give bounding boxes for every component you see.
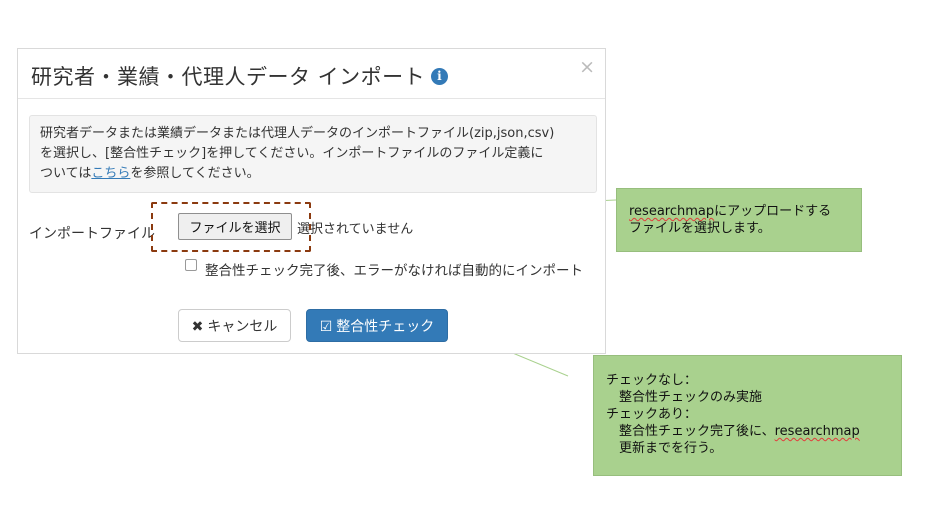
- check-callout-line-3: チェックあり：: [606, 407, 698, 422]
- file-callout-line-2: ファイルを選択します。: [629, 221, 771, 236]
- file-definition-link[interactable]: こちら: [91, 166, 130, 181]
- notice-line-3-after: を参照してください。: [130, 166, 260, 181]
- file-status-text: 選択されていません: [297, 222, 414, 237]
- check-callout-line-4-before: 整合性チェック完了後に、: [619, 424, 775, 439]
- check-callout-line-4: 整合性チェック完了後に、researchmap: [606, 423, 901, 440]
- info-icon[interactable]: i: [431, 67, 449, 85]
- modal-title-text: 研究者・業績・代理人データ インポート: [31, 65, 426, 89]
- notice-line-2: を選択し、[整合性チェック]を押してください。インポートファイルのファイル定義に: [40, 146, 544, 161]
- modal-title: 研究者・業績・代理人データ インポート i: [31, 61, 449, 91]
- file-callout-line-1-rest: にアップロードする: [714, 204, 832, 219]
- cancel-button[interactable]: ✖ キャンセル: [178, 309, 291, 342]
- check-callout-line-2: 整合性チェックのみ実施: [619, 390, 763, 405]
- check-callout-researchmap: researchmap: [774, 424, 860, 439]
- check-note-callout: チェックなし： 整合性チェックのみ実施 チェックあり： 整合性チェック完了後に、…: [593, 355, 902, 476]
- close-x-icon: ✖: [191, 318, 204, 335]
- file-callout-researchmap: researchmap: [629, 204, 715, 219]
- close-icon[interactable]: ×: [579, 58, 595, 77]
- check-callout-line-5: 更新までを行う。: [619, 441, 723, 456]
- notice-line-1: 研究者データまたは業績データまたは代理人データのインポートファイル(zip,js…: [40, 126, 555, 141]
- check-square-icon: ☑: [319, 318, 333, 335]
- consistency-check-button[interactable]: ☑ 整合性チェック: [306, 309, 448, 342]
- file-callout-line-1: researchmapにアップロードする: [629, 203, 861, 220]
- import-modal: 研究者・業績・代理人データ インポート i × 研究者データまたは業績データまたは…: [17, 48, 606, 354]
- auto-import-checkbox[interactable]: [185, 259, 197, 271]
- modal-header: 研究者・業績・代理人データ インポート i ×: [18, 49, 605, 99]
- cancel-button-label: キャンセル: [207, 318, 278, 335]
- check-callout-line-1: チェックなし：: [606, 373, 698, 388]
- choose-file-button[interactable]: ファイルを選択: [178, 213, 292, 240]
- auto-import-label[interactable]: 整合性チェック完了後、エラーがなければ自動的にインポート: [205, 259, 583, 279]
- import-file-label: インポートファイル: [29, 226, 155, 242]
- notice-line-3-before: ついては: [40, 166, 92, 181]
- notice-line-3: ついてはこちらを参照してください。: [40, 164, 586, 184]
- check-button-label: 整合性チェック: [336, 318, 435, 335]
- file-select-callout: researchmapにアップロードする ファイルを選択します。: [616, 188, 862, 252]
- import-notice: 研究者データまたは業績データまたは代理人データのインポートファイル(zip,js…: [29, 115, 597, 193]
